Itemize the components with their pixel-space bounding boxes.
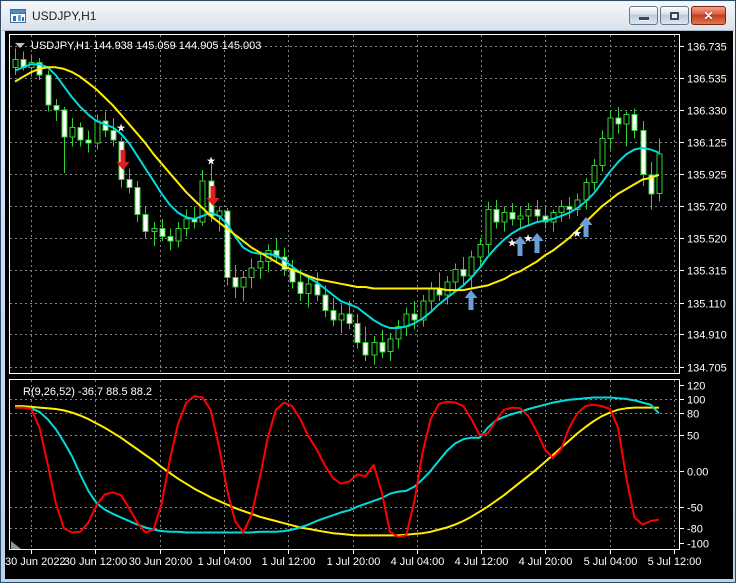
- price-chart[interactable]: ★ ★ ★ ★ ★ 136.735 136.535 136.330 136.125 135.925…: [5, 31, 733, 579]
- svg-text:134.705: 134.705: [687, 363, 727, 375]
- svg-text:5 Jul 12:00: 5 Jul 12:00: [648, 556, 702, 568]
- symbol-dropdown-icon: [15, 43, 25, 48]
- svg-text:4 Jul 04:00: 4 Jul 04:00: [391, 556, 445, 568]
- title-bar[interactable]: USDJPY,H1 ✕: [2, 2, 734, 31]
- svg-text:135.315: 135.315: [687, 266, 727, 278]
- svg-text:30 Jun 12:00: 30 Jun 12:00: [64, 556, 128, 568]
- grid-lines: [10, 35, 678, 548]
- restore-icon: [670, 11, 679, 20]
- ohlc-header: USDJPY,H1 144.938 145.059 144.905 145.00…: [15, 40, 261, 52]
- svg-text:100: 100: [687, 395, 705, 407]
- indicator-axis: 120 100 80 50 0.00 -50 -80 -100: [679, 381, 709, 551]
- svg-text:USDJPY,H1 144.938 145.059 144.: USDJPY,H1 144.938 145.059 144.905 145.00…: [31, 40, 261, 52]
- svg-text:30 Jun 2022: 30 Jun 2022: [5, 556, 66, 568]
- svg-text:-100: -100: [687, 539, 709, 551]
- svg-text:1 Jul 04:00: 1 Jul 04:00: [198, 556, 252, 568]
- restore-button[interactable]: [660, 6, 689, 25]
- sell-arrow-icon: [116, 150, 130, 170]
- buy-star-icon: ★: [523, 233, 533, 245]
- time-axis: 30 Jun 202230 Jun 12:00 30 Jun 20:00 1 Jul…: [5, 549, 702, 568]
- pane-borders: [9, 34, 680, 550]
- svg-text:4 Jul 20:00: 4 Jul 20:00: [519, 556, 573, 568]
- svg-text:-80: -80: [687, 524, 703, 536]
- oscillator-yellow-line: [15, 405, 659, 537]
- svg-text:135.520: 135.520: [687, 234, 727, 246]
- minimize-icon: [638, 17, 649, 20]
- sell-star-icon: ★: [206, 156, 216, 168]
- terminal-chart-window: USDJPY,H1 ✕ ★ ★ ★ ★ ★ 136.735 136.535 136.330 13…: [0, 0, 736, 583]
- indicator-label: R(9,26,52) -36.7 88.5 88.2: [23, 386, 152, 398]
- svg-text:5 Jul 04:00: 5 Jul 04:00: [584, 556, 638, 568]
- oscillator-cyan-line: [15, 396, 660, 534]
- svg-text:50: 50: [687, 431, 699, 443]
- minimize-button[interactable]: [629, 6, 658, 25]
- sell-arrow-icon: [206, 186, 220, 206]
- svg-text:0.00: 0.00: [687, 467, 708, 479]
- sell-star-icon: ★: [116, 122, 126, 134]
- svg-text:-50: -50: [687, 503, 703, 515]
- chart-area[interactable]: ★ ★ ★ ★ ★ 136.735 136.535 136.330 136.125 135.925…: [5, 31, 733, 579]
- svg-text:136.535: 136.535: [687, 74, 727, 86]
- svg-text:80: 80: [687, 409, 699, 421]
- svg-text:4 Jul 12:00: 4 Jul 12:00: [455, 556, 509, 568]
- svg-text:136.330: 136.330: [687, 106, 727, 118]
- oscillator-layer: [15, 395, 660, 538]
- chart-icon: [10, 9, 26, 23]
- svg-text:136.125: 136.125: [687, 138, 727, 150]
- window-controls: ✕: [627, 6, 726, 25]
- svg-text:30 Jun 20:00: 30 Jun 20:00: [129, 556, 193, 568]
- svg-text:136.735: 136.735: [687, 42, 727, 54]
- svg-text:1 Jul 12:00: 1 Jul 12:00: [262, 556, 316, 568]
- close-button[interactable]: ✕: [691, 6, 726, 25]
- svg-text:135.110: 135.110: [687, 299, 726, 311]
- svg-text:135.720: 135.720: [687, 202, 727, 214]
- pane-grip-icon[interactable]: [11, 541, 21, 549]
- svg-text:120: 120: [687, 381, 705, 393]
- svg-text:1 Jul 20:00: 1 Jul 20:00: [327, 556, 381, 568]
- svg-text:135.925: 135.925: [687, 170, 727, 182]
- window-title: USDJPY,H1: [32, 9, 97, 23]
- ma-slow-line: [14, 66, 660, 292]
- close-icon: ✕: [703, 8, 714, 23]
- buy-star-icon: ★: [572, 228, 582, 240]
- svg-text:134.910: 134.910: [687, 330, 727, 342]
- oscillator-red-line: [15, 395, 660, 538]
- price-axis: 136.735 136.535 136.330 136.125 135.925 135.7…: [679, 42, 727, 375]
- buy-arrow-icon: [464, 290, 478, 310]
- buy-star-icon: ★: [507, 238, 517, 250]
